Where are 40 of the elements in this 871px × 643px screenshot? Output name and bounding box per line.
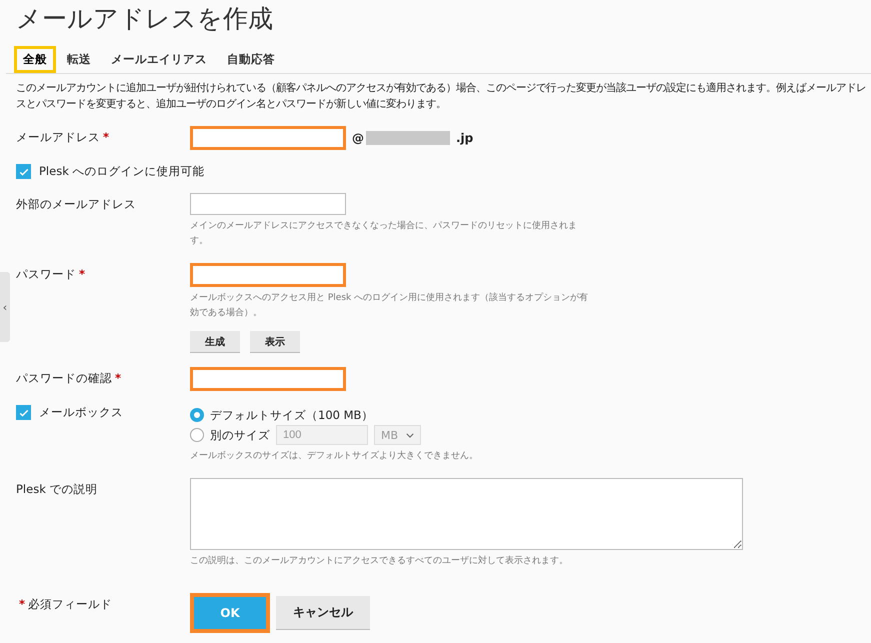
required-mark: * (103, 130, 110, 144)
radio-label: 別のサイズ (210, 428, 270, 442)
checkbox-label: メールボックス (39, 405, 123, 420)
radio-button[interactable] (190, 428, 204, 442)
required-mark: * (115, 371, 122, 385)
field-label: 外部のメールアドレス (16, 197, 136, 211)
domain-suffix: .jp (456, 131, 474, 145)
field-label: メールアドレス (16, 130, 100, 144)
small-button[interactable]: 生成 (190, 331, 240, 353)
checkbox[interactable] (16, 164, 31, 179)
checkbox-label: Plesk へのログインに使用可能 (39, 164, 205, 179)
input-field[interactable] (190, 263, 346, 287)
hint-text: メインのメールアドレスにアクセスできなくなった場合に、パスワードのリセットに使用されます。 (190, 220, 578, 248)
field-label: パスワード (16, 267, 76, 281)
checkbox[interactable] (16, 405, 31, 420)
radio-label: デフォルトサイズ（100 MB） (210, 408, 374, 422)
input-field[interactable] (190, 367, 346, 391)
field-label: Plesk での説明 (16, 482, 98, 496)
field-label: パスワードの確認 (16, 371, 112, 385)
hint-text: メールボックスのサイズは、デフォルトサイズより大きくできません。 (190, 450, 479, 463)
radio-button[interactable] (190, 408, 204, 422)
hint-text: この説明は、このメールアカウントにアクセスできるすべてのユーザに対して表示されます。 (190, 554, 569, 568)
chevron-down-icon (406, 432, 414, 438)
textarea-field[interactable] (190, 478, 743, 550)
tab[interactable]: 転送 (58, 46, 100, 73)
input-field[interactable] (190, 126, 346, 150)
required-note: 必須フィールド (28, 597, 112, 611)
tab[interactable]: 全般 (14, 46, 56, 73)
input-field[interactable] (190, 193, 346, 215)
required-mark: * (79, 267, 86, 281)
hint-text: メールボックスへのアクセス用と Plesk へのログイン用に使用されます（該当するオプションが有効である場合）。 (190, 291, 590, 320)
cancel-button[interactable]: キャンセル (276, 596, 370, 630)
small-button[interactable]: 表示 (250, 331, 300, 353)
tab[interactable]: 自動応答 (218, 46, 284, 73)
required-mark: * (19, 597, 26, 611)
description-text: このメールアカウントに追加ユーザが紐付けられている（顧客パネルへのアクセスが有効である）場合、このページで行った変更が当該ユーザの設定にも適用されます。例えばメールアドレスとパスワードを変更すると、追加ユーザのログイン名とパスワードが新しい値に変わります。 (16, 81, 866, 112)
page-title: メールアドレスを作成 (16, 4, 274, 34)
sidebar-toggle[interactable]: ‹ (0, 272, 10, 342)
at-sign: @ (352, 131, 364, 145)
tab[interactable]: メールエイリアス (102, 46, 216, 73)
